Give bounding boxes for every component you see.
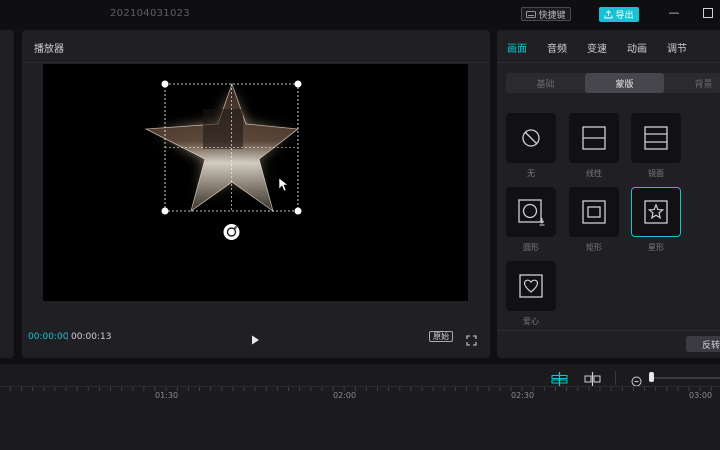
export-icon [605, 10, 613, 19]
snap-icon[interactable] [551, 371, 568, 386]
reverse-mask-button[interactable]: 反转 [686, 336, 720, 352]
mask-label-mirror: 镜面 [648, 169, 664, 178]
keyboard-icon [526, 10, 537, 18]
project-title: 202104031023 [110, 8, 190, 19]
mask-option-none[interactable] [506, 113, 556, 163]
mask-option-linear[interactable] [569, 113, 619, 163]
tab-canvas[interactable]: 画面 [507, 40, 527, 55]
split-icon[interactable] [584, 371, 601, 386]
rectangle-mask-icon [582, 200, 606, 224]
ruler-label: 02:30 [511, 391, 535, 400]
export-label: 导出 [615, 11, 634, 21]
divider [497, 62, 720, 63]
heart-mask-icon [519, 274, 543, 298]
mask-label-heart: 爱心 [523, 317, 539, 326]
mask-label-rectangle: 矩形 [586, 243, 602, 252]
mask-option-mirror[interactable] [631, 113, 681, 163]
mask-label-circle: 圆形 [523, 243, 539, 252]
sub-tab-basic[interactable]: 基础 [506, 73, 585, 93]
circle-mask-icon [518, 199, 545, 226]
divider [497, 330, 720, 331]
minimize-icon[interactable]: — [667, 6, 681, 20]
mask-label-star: 星形 [648, 243, 664, 252]
zoom-slider-track[interactable] [651, 377, 720, 379]
sub-tab-mask[interactable]: 蒙版 [585, 73, 664, 93]
current-time: 00:00:00 [28, 332, 69, 342]
shortcut-label: 快捷键 [538, 10, 566, 21]
sub-tab-background[interactable]: 背景 [664, 73, 720, 93]
divider [615, 371, 616, 385]
play-icon[interactable] [249, 331, 261, 345]
tab-audio[interactable]: 音频 [547, 40, 567, 55]
tab-speed[interactable]: 变速 [587, 40, 607, 55]
player-title: 播放器 [34, 44, 64, 55]
mask-option-heart[interactable] [506, 261, 556, 311]
mask-option-rectangle[interactable] [569, 187, 619, 237]
tab-adjust[interactable]: 调节 [667, 40, 687, 55]
mirror-mask-icon [644, 126, 668, 150]
no-mask-icon [522, 129, 540, 147]
rotate-handle-icon[interactable] [223, 224, 240, 240]
time-divider: | [66, 332, 70, 342]
mouse-cursor-icon [278, 177, 289, 192]
ruler-label: 03:00 [689, 391, 713, 400]
zoom-slider-handle[interactable] [649, 372, 654, 382]
divider [22, 62, 490, 63]
mask-label-linear: 线性 [586, 169, 602, 178]
mask-option-star[interactable] [631, 187, 681, 237]
ruler-label: 02:00 [333, 391, 357, 400]
media-panel-edge [0, 30, 14, 358]
export-button[interactable]: 导出 [599, 7, 639, 22]
ruler-label: 01:30 [155, 391, 179, 400]
maximize-icon[interactable] [701, 6, 715, 20]
video-preview[interactable] [43, 64, 468, 301]
zoom-out-icon[interactable] [631, 372, 642, 387]
mask-option-circle[interactable] [506, 187, 556, 237]
tab-animation[interactable]: 动画 [627, 40, 647, 55]
aspect-ratio-button[interactable]: 原始 [429, 331, 453, 342]
mask-label-none: 无 [527, 169, 535, 178]
timeline-panel [0, 364, 720, 450]
shortcut-button[interactable]: 快捷键 [521, 7, 571, 21]
total-time: 00:00:13 [71, 332, 112, 342]
timeline-ruler[interactable] [0, 387, 720, 405]
fullscreen-icon[interactable] [466, 331, 477, 346]
linear-mask-icon [582, 126, 606, 150]
star-mask-icon [644, 200, 668, 224]
